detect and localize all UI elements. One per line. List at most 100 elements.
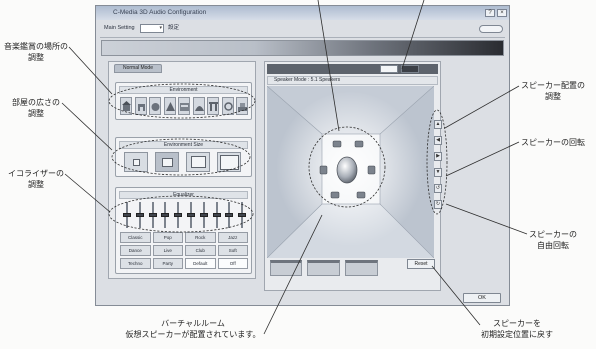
rotate-left-icon[interactable]: ↺ [434, 184, 442, 193]
slider-knob[interactable] [186, 213, 195, 217]
slider-knob[interactable] [161, 213, 170, 217]
arrow-down-icon[interactable]: ▼ [434, 168, 442, 177]
eq-preset-button[interactable]: Soft [217, 245, 248, 256]
room-size-icon[interactable] [124, 152, 148, 172]
callout-text: スピーカーを [493, 319, 541, 328]
callout-text: スピーカーの [529, 230, 577, 239]
toolbar-button[interactable] [479, 25, 503, 33]
view-tab-button[interactable] [380, 65, 398, 73]
eq-band-slider[interactable] [224, 202, 234, 228]
left-panel: Normal Mode Environment Environment Size [108, 61, 256, 279]
room-option-button[interactable] [345, 260, 378, 276]
audio-config-window: C-Media 3D Audio Configuration ? × Main … [95, 5, 510, 306]
arrow-left-icon[interactable]: ◀ [434, 136, 442, 145]
virtual-speaker-icon[interactable] [330, 191, 340, 199]
callout-text: 初期設定位置に戻す [481, 330, 553, 339]
slider-knob[interactable] [148, 213, 157, 217]
slider-knob[interactable] [238, 213, 247, 217]
slider-knob[interactable] [199, 213, 208, 217]
environment-preset-icon[interactable] [163, 97, 176, 115]
eq-preset-button[interactable]: Club [185, 245, 216, 256]
eq-preset-button[interactable]: Techno [120, 258, 151, 269]
environment-header: Environment [119, 86, 248, 94]
eq-band-slider[interactable] [199, 202, 209, 228]
eq-preset-button[interactable]: Party [152, 258, 183, 269]
eq-preset-button[interactable]: Classic [120, 232, 151, 243]
arrow-up-icon[interactable]: ▲ [434, 120, 442, 129]
eq-preset-button[interactable]: Dance [120, 245, 151, 256]
slider-knob[interactable] [225, 213, 234, 217]
eq-band-slider[interactable] [173, 202, 183, 228]
manual-page: 音楽鑑賞の場所の 調整 部屋の広さの 調整 イコライザーの 調整 スピーカー配置… [0, 0, 596, 349]
eq-band-slider[interactable] [237, 202, 247, 228]
callout-text: 部屋の広さの [12, 98, 60, 107]
environment-preset-icon[interactable] [236, 97, 248, 115]
environment-preset-icon[interactable] [192, 97, 205, 115]
eq-preset-button[interactable]: Rock [185, 232, 216, 243]
room-size-box: Environment Size [115, 137, 252, 177]
speaker-mode-label: Speaker Mode : 5.1 Speakers [267, 76, 438, 85]
help-button[interactable]: ? [485, 9, 495, 17]
slider-knob[interactable] [212, 213, 221, 217]
environment-preset-icon[interactable] [178, 97, 190, 115]
equalizer-sliders [122, 202, 247, 228]
slider-knob[interactable] [123, 213, 131, 217]
view-tab-button[interactable] [401, 65, 419, 73]
callout-text: 調整 [28, 53, 44, 62]
reset-button[interactable]: Reset [407, 259, 435, 269]
close-button[interactable]: × [497, 9, 507, 17]
eq-preset-button[interactable]: Off [217, 258, 248, 269]
equalizer-box: Equalizer Classic Pop Rock Jazz Dance Li… [115, 187, 252, 274]
slider-knob[interactable] [135, 213, 144, 217]
virtual-speaker-icon[interactable] [332, 140, 342, 148]
equalizer-presets: Classic Pop Rock Jazz Dance Live Club So… [120, 232, 248, 269]
room-size-icon[interactable] [155, 152, 179, 172]
virtual-speaker-icon[interactable] [354, 140, 364, 148]
environment-preset-icon[interactable] [221, 97, 234, 115]
setting-button[interactable]: 設定 [168, 24, 179, 32]
eq-band-slider[interactable] [186, 202, 196, 228]
callout-speaker-layout: スピーカー配置の 調整 [512, 80, 594, 102]
eq-preset-button[interactable]: Jazz [217, 232, 248, 243]
eq-band-slider[interactable] [212, 202, 222, 228]
room-size-icon[interactable] [217, 152, 241, 172]
room-size-icon[interactable] [186, 152, 210, 172]
environment-icons [120, 97, 248, 115]
callout-environment-location: 音楽鑑賞の場所の 調整 [2, 41, 70, 63]
eq-band-slider[interactable] [135, 202, 145, 228]
eq-band-slider[interactable] [160, 202, 170, 228]
tab-normal-mode[interactable]: Normal Mode [114, 64, 162, 73]
virtual-speaker-icon[interactable] [367, 165, 376, 175]
eq-band-slider[interactable] [148, 202, 158, 228]
environment-preset-icon[interactable] [149, 97, 161, 115]
right-panel: Speaker Mode : 5.1 Speakers ▲ ◀ ▶ ▼ ↺ ↻ … [264, 61, 442, 291]
callout-text: スピーカー配置の [521, 81, 585, 90]
environment-preset-icon[interactable] [207, 97, 219, 115]
eq-preset-button[interactable]: Pop [152, 232, 183, 243]
rotate-right-icon[interactable]: ↻ [434, 200, 442, 209]
arrow-right-icon[interactable]: ▶ [434, 152, 442, 161]
ok-button[interactable]: OK [463, 293, 501, 303]
setting-select[interactable]: ▾ [140, 24, 164, 33]
callout-equalizer: イコライザーの 調整 [2, 168, 70, 190]
callout-text: 調整 [28, 109, 44, 118]
virtual-speaker-icon[interactable] [356, 191, 366, 199]
listener-icon[interactable] [336, 156, 358, 184]
main-setting-label: Main Setting [104, 25, 135, 31]
room-option-button[interactable] [270, 260, 302, 276]
eq-band-slider[interactable] [122, 202, 132, 228]
virtual-room[interactable] [267, 86, 434, 258]
room-size-icons [124, 152, 241, 172]
room-option-button[interactable] [307, 260, 340, 276]
eq-preset-button[interactable]: Live [152, 245, 183, 256]
callout-text: イコライザーの [8, 169, 64, 178]
equalizer-header: Equalizer [119, 191, 248, 199]
callout-speaker-reset: スピーカーを 初期設定位置に戻す [462, 318, 572, 340]
title-bar[interactable]: C-Media 3D Audio Configuration ? × [96, 6, 509, 20]
virtual-speaker-icon[interactable] [319, 165, 328, 175]
divider [100, 37, 505, 38]
slider-knob[interactable] [174, 213, 183, 217]
eq-preset-button[interactable]: Default [185, 258, 216, 269]
environment-preset-icon[interactable] [120, 97, 132, 115]
environment-preset-icon[interactable] [134, 97, 147, 115]
